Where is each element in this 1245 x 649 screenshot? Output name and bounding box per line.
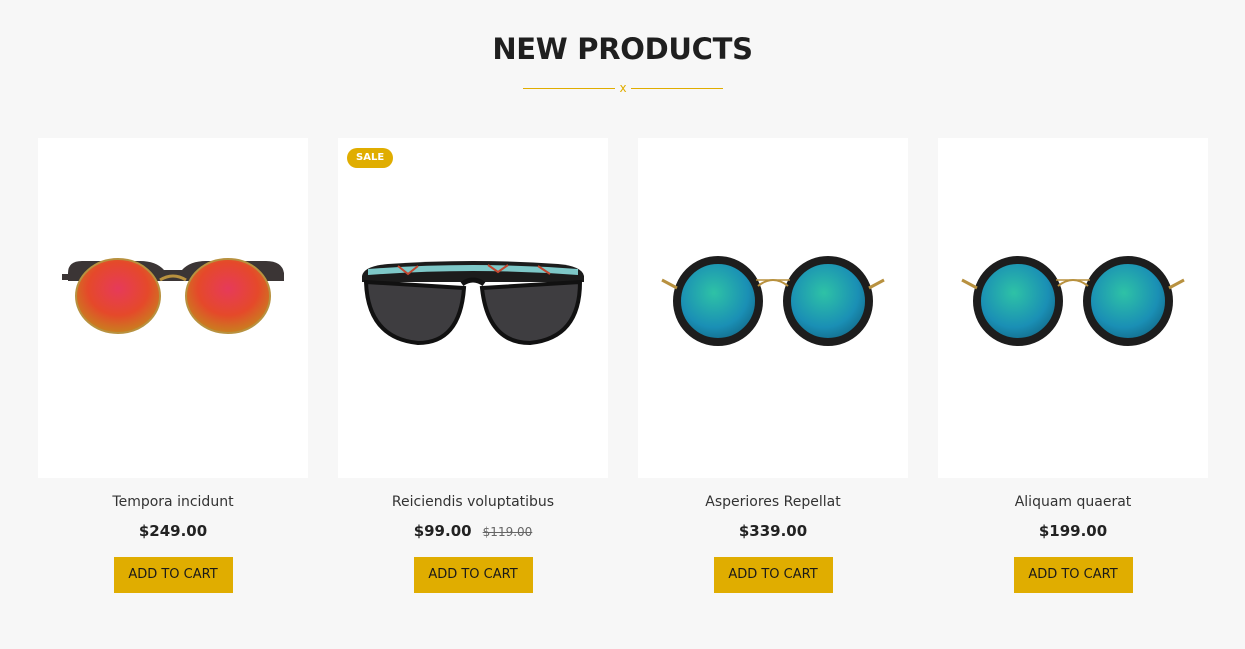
add-to-cart-button[interactable]: ADD TO CART xyxy=(713,557,833,593)
add-to-cart-button[interactable]: ADD TO CART xyxy=(113,557,233,593)
add-to-cart-button[interactable]: ADD TO CART xyxy=(413,557,533,593)
product-prices: $99.00 $119.00 xyxy=(338,521,608,541)
product-prices: $249.00 xyxy=(38,521,308,541)
title-divider: x xyxy=(523,80,723,96)
product-name[interactable]: Reiciendis voluptatibus xyxy=(338,494,608,510)
product-price: $199.00 xyxy=(1038,522,1108,540)
sunglasses-teal-lens-icon xyxy=(961,256,1185,346)
section-title: NEW PRODUCTS xyxy=(492,32,753,66)
product-image[interactable]: SALE xyxy=(338,138,608,478)
product-name[interactable]: Tempora incidunt xyxy=(38,494,308,510)
sunglasses-patterned-icon xyxy=(362,261,584,346)
product-card: Asperiores Repellat $339.00 ADD TO CART xyxy=(638,138,908,593)
product-image[interactable] xyxy=(938,138,1208,478)
product-prices: $339.00 xyxy=(638,521,908,541)
product-price: $249.00 xyxy=(138,522,208,540)
product-name[interactable]: Aliquam quaerat xyxy=(938,494,1208,510)
product-name[interactable]: Asperiores Repellat xyxy=(638,494,908,510)
product-image[interactable] xyxy=(638,138,908,478)
product-prices: $199.00 xyxy=(938,521,1208,541)
sale-badge: SALE xyxy=(347,148,394,168)
product-card: Aliquam quaerat $199.00 ADD TO CART xyxy=(938,138,1208,593)
product-card: SALE Reiciendis voluptatibus $99.00 $119… xyxy=(338,138,608,593)
product-price: $339.00 xyxy=(738,522,808,540)
sunglasses-red-lens-icon xyxy=(62,258,284,334)
product-price: $99.00 xyxy=(413,522,472,540)
product-old-price: $119.00 xyxy=(482,525,533,539)
add-to-cart-button[interactable]: ADD TO CART xyxy=(1013,557,1133,593)
product-card: Tempora incidunt $249.00 ADD TO CART xyxy=(38,138,308,593)
sunglasses-teal-lens-icon xyxy=(661,256,885,346)
divider-x-icon: x xyxy=(615,80,631,96)
product-image[interactable] xyxy=(38,138,308,478)
